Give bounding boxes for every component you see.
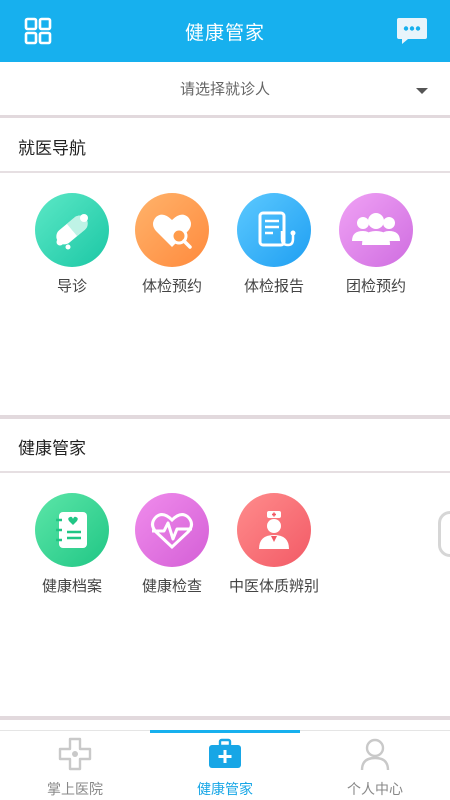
chevron-down-icon	[416, 88, 428, 94]
tab-label: 掌上医院	[47, 782, 103, 798]
heartbeat-icon	[135, 493, 209, 567]
grid-item-checkup-report[interactable]: 体检报告	[224, 193, 324, 296]
grid-item-label: 健康档案	[41, 577, 102, 595]
group-icon	[339, 193, 413, 267]
menu-button[interactable]	[20, 13, 56, 49]
person-icon	[358, 737, 392, 771]
tab-palm-hospital[interactable]: 掌上医院	[0, 731, 150, 800]
tab-label: 健康管家	[197, 782, 253, 798]
section-divider	[0, 415, 450, 419]
tab-health-manager[interactable]: 健康管家	[150, 730, 300, 800]
health-manager-panel: 健康档案 健康检查 中医体质辨别	[0, 473, 450, 716]
grid-icon	[24, 17, 52, 45]
grid-item-label: 中医体质辨别	[228, 577, 319, 595]
section-divider	[0, 716, 450, 720]
grid-item-health-record[interactable]: 健康档案	[22, 493, 122, 596]
side-drawer-handle[interactable]	[438, 511, 450, 557]
top-bar: 健康管家	[0, 0, 450, 62]
grid-item-label: 体检报告	[243, 277, 304, 295]
grid-item-label: 健康检查	[141, 577, 202, 595]
section-title-navigation: 就医导航	[0, 121, 450, 173]
grid-item-health-check[interactable]: 健康检查	[122, 493, 222, 596]
grid-item-guide[interactable]: 导诊	[22, 193, 122, 296]
tab-label: 个人中心	[347, 782, 403, 798]
bottom-tab-bar: 掌上医院 健康管家 个人中心	[0, 730, 450, 800]
patient-selector-label: 请选择就诊人	[179, 80, 270, 98]
message-icon	[397, 18, 427, 44]
tab-personal-center[interactable]: 个人中心	[300, 731, 450, 800]
patient-selector[interactable]: 请选择就诊人	[0, 62, 450, 118]
grid-item-label: 团检预约	[345, 277, 406, 295]
hospital-cross-icon	[58, 737, 92, 771]
doctor-icon	[237, 493, 311, 567]
pills-icon	[35, 193, 109, 267]
page-title: 健康管家	[184, 21, 265, 44]
health-record-icon	[35, 493, 109, 567]
grid-item-group-booking[interactable]: 团检预约	[326, 193, 426, 296]
grid-item-label: 导诊	[56, 277, 87, 295]
report-stethoscope-icon	[237, 193, 311, 267]
medical-kit-icon	[208, 737, 242, 771]
heart-search-icon	[135, 193, 209, 267]
navigation-panel: 导诊 体检预约 体检报告 团检预约	[0, 173, 450, 415]
grid-item-label: 体检预约	[141, 277, 202, 295]
section-title-health-manager: 健康管家	[0, 421, 450, 473]
message-button[interactable]	[394, 13, 430, 49]
grid-item-tcm-constitution[interactable]: 中医体质辨别	[224, 493, 324, 596]
grid-item-checkup-booking[interactable]: 体检预约	[122, 193, 222, 296]
